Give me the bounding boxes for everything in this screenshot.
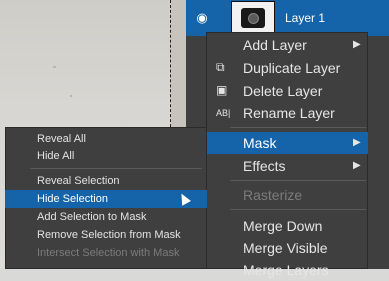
submenu-item-label: Reveal Selection xyxy=(37,175,120,187)
submenu-arrow-icon: ▶ xyxy=(353,39,361,50)
trash-icon: ▣ xyxy=(216,83,228,97)
menu-item-rasterize[interactable]: Rasterize xyxy=(206,184,368,206)
submenu-item-reveal-all[interactable]: Reveal All xyxy=(5,130,207,148)
menu-item-add-layer[interactable]: Add Layer ▶ xyxy=(206,34,368,56)
submenu-separator xyxy=(30,168,202,169)
camera-lens xyxy=(248,13,259,24)
duplicate-icon: ⧉ xyxy=(216,60,225,74)
menu-item-label: Mask xyxy=(243,135,277,151)
menu-item-merge-down[interactable]: Merge Down xyxy=(206,215,368,237)
rename-icon: AB| xyxy=(216,108,231,118)
menu-item-label: Merge Layers xyxy=(243,262,329,278)
eye-icon[interactable]: ◉ xyxy=(195,11,209,25)
menu-separator xyxy=(230,180,366,181)
menu-item-label: Merge Visible xyxy=(243,240,328,256)
menu-item-mask[interactable]: Mask ▶ xyxy=(206,132,368,154)
submenu-item-label: Hide Selection xyxy=(37,193,108,205)
menu-item-label: Rasterize xyxy=(243,187,303,203)
submenu-arrow-icon: ▶ xyxy=(353,160,361,171)
menu-separator xyxy=(230,209,366,210)
menu-item-delete-layer[interactable]: ▣ Delete Layer xyxy=(206,80,368,102)
menu-item-rename-layer[interactable]: AB| Rename Layer xyxy=(206,102,368,124)
submenu-item-hide-all[interactable]: Hide All xyxy=(5,147,207,165)
camera-icon xyxy=(241,8,265,28)
submenu-item-remove-selection-from-mask[interactable]: Remove Selection from Mask xyxy=(5,226,207,244)
submenu-item-intersect-selection[interactable]: Intersect Selection with Mask xyxy=(5,244,207,262)
layer-name[interactable]: Layer 1 xyxy=(285,11,325,25)
submenu-item-label: Hide All xyxy=(37,150,75,162)
menu-item-label: Effects xyxy=(243,158,286,174)
submenu-item-label: Add Selection to Mask xyxy=(37,211,147,223)
menu-item-label: Rename Layer xyxy=(243,105,335,121)
menu-item-effects[interactable]: Effects ▶ xyxy=(206,155,368,177)
menu-separator xyxy=(230,127,366,128)
menu-item-label: Duplicate Layer xyxy=(243,60,341,76)
canvas-edge xyxy=(171,0,186,132)
canvas-speck xyxy=(53,66,56,68)
submenu-item-hide-selection[interactable]: Hide Selection xyxy=(5,190,207,208)
menu-item-merge-layers[interactable]: Merge Layers xyxy=(206,259,368,281)
submenu-arrow-icon: ▶ xyxy=(353,137,361,148)
menu-item-label: Merge Down xyxy=(243,218,323,234)
menu-item-merge-visible[interactable]: Merge Visible xyxy=(206,237,368,259)
menu-item-duplicate-layer[interactable]: ⧉ Duplicate Layer xyxy=(206,57,368,79)
layer-thumbnail[interactable] xyxy=(231,1,275,35)
submenu-item-label: Remove Selection from Mask xyxy=(37,229,181,241)
canvas-speck xyxy=(70,95,72,97)
submenu-item-reveal-selection[interactable]: Reveal Selection xyxy=(5,172,207,190)
menu-item-label: Add Layer xyxy=(243,37,307,53)
submenu-item-add-selection-to-mask[interactable]: Add Selection to Mask xyxy=(5,208,207,226)
submenu-item-label: Intersect Selection with Mask xyxy=(37,247,180,259)
menu-item-label: Delete Layer xyxy=(243,83,323,99)
submenu-item-label: Reveal All xyxy=(37,133,86,145)
selection-marquee xyxy=(170,0,171,132)
